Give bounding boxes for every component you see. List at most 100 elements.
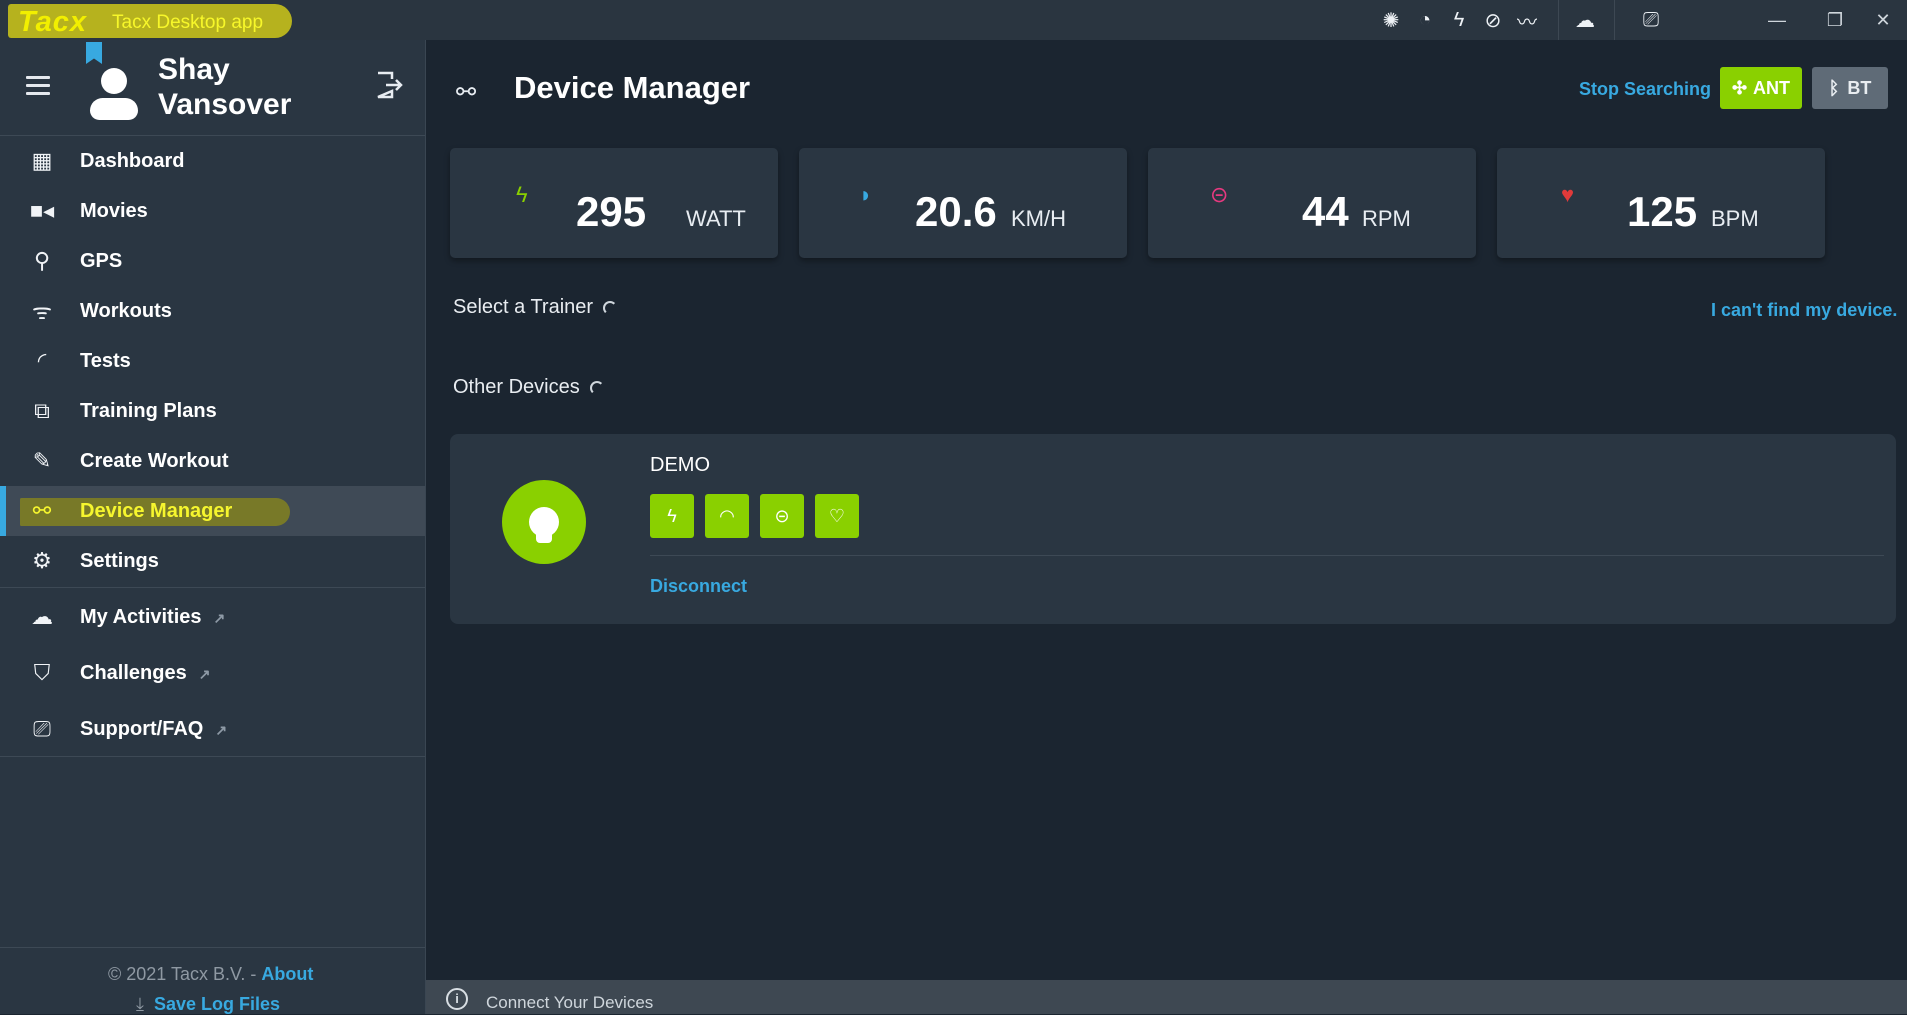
stat-card-cadence: ⊝ 44 RPM bbox=[1148, 148, 1476, 258]
device-card: DEMO ϟ ◠ ⊝ ♡ Disconnect bbox=[450, 434, 1896, 624]
sidebar-item-training-plans[interactable]: ⧉ Training Plans bbox=[0, 386, 425, 436]
sidebar-item-device-manager[interactable]: ⚯ Device Manager bbox=[0, 486, 425, 536]
loading-spinner-icon bbox=[603, 300, 618, 315]
device-name: DEMO bbox=[650, 454, 710, 476]
cant-find-device-link[interactable]: I can't find my device. bbox=[1711, 300, 1897, 321]
sidebar-item-gps[interactable]: ⚲ GPS bbox=[0, 236, 425, 286]
avatar[interactable] bbox=[86, 66, 142, 122]
cadence-icon: ⊝ bbox=[760, 494, 804, 538]
stat-unit: WATT bbox=[686, 206, 746, 231]
pencil-icon: ✎ bbox=[32, 448, 52, 473]
about-link[interactable]: About bbox=[261, 964, 313, 984]
page-title: Device Manager bbox=[514, 70, 751, 105]
stat-card-speed: ◗ 20.6 KM/H bbox=[799, 148, 1127, 258]
minimize-button[interactable]: — bbox=[1748, 0, 1806, 40]
title-bar: Tacx Tacx Desktop app ✺ ◔ ϟ ⊘ 〰 ☁ ⎚ — ❐ … bbox=[0, 0, 1907, 40]
cadence-icon: ⊝ bbox=[1210, 182, 1229, 207]
sidebar-item-my-activities[interactable]: ☁ My Activities ↗ bbox=[0, 592, 425, 642]
bt-label: BT bbox=[1847, 77, 1872, 98]
status-text: Connect Your Devices bbox=[486, 993, 654, 1012]
heartbeat-icon: ♡ bbox=[815, 494, 859, 538]
stat-card-heart-rate: ♥ 125 BPM bbox=[1497, 148, 1825, 258]
stat-value: 125 bbox=[1627, 188, 1698, 235]
loading-spinner-icon bbox=[589, 380, 604, 395]
sidebar-item-label: Create Workout bbox=[80, 449, 229, 472]
titlebar-separator bbox=[1614, 0, 1615, 40]
speedometer-icon: ◗ bbox=[859, 182, 873, 207]
sidebar-footer: © 2021 Tacx B.V. - About ⤓ Save Log Files bbox=[0, 947, 425, 1014]
menu-icon[interactable] bbox=[26, 76, 50, 95]
sidebar-item-label: Workouts bbox=[80, 299, 172, 322]
sidebar-item-settings[interactable]: ⚙ Settings bbox=[0, 536, 425, 586]
disconnect-button[interactable]: Disconnect bbox=[650, 576, 747, 597]
stat-unit: KM/H bbox=[1011, 206, 1066, 231]
ant-button[interactable]: ✣ ANT bbox=[1720, 67, 1802, 109]
support-icon[interactable]: ⎚ bbox=[1634, 6, 1668, 34]
heartbeat-icon[interactable]: 〰 bbox=[1510, 6, 1544, 34]
app-branding: Tacx Tacx Desktop app bbox=[8, 4, 292, 38]
bt-button[interactable]: ᛒ BT bbox=[1812, 67, 1888, 109]
heart-icon: ♥ bbox=[1561, 182, 1575, 207]
lightning-icon: ϟ bbox=[516, 182, 528, 207]
stat-value: 44 bbox=[1302, 188, 1349, 235]
sensor-status-icons: ✺ ◔ ϟ ⊘ 〰 bbox=[1374, 6, 1544, 34]
sidebar-item-text: My Activities bbox=[80, 605, 202, 628]
sidebar-item-label: Dashboard bbox=[80, 149, 185, 172]
user-name: Shay Vansover bbox=[158, 52, 291, 122]
status-bar: i Connect Your Devices bbox=[426, 980, 1907, 1014]
restore-button[interactable]: ❐ bbox=[1806, 0, 1864, 40]
sidebar-item-support[interactable]: ⎚ Support/FAQ ↗ bbox=[0, 704, 425, 754]
sidebar: Shay Vansover ▦ Dashboard ■◂ Movies ⚲ GP… bbox=[0, 40, 426, 1014]
sidebar-item-label: GPS bbox=[80, 249, 123, 272]
speedometer-icon: ◠ bbox=[705, 494, 749, 538]
sidebar-item-workouts[interactable]: ᯤ Workouts bbox=[0, 286, 425, 336]
info-icon: i bbox=[446, 988, 468, 1010]
stop-searching-button[interactable]: Stop Searching bbox=[1579, 79, 1711, 100]
external-link-icon: ↗ bbox=[215, 721, 228, 738]
stat-value: 20.6 bbox=[915, 188, 997, 235]
shield-icon: ⛉ bbox=[33, 660, 51, 685]
sidebar-item-create-workout[interactable]: ✎ Create Workout bbox=[0, 436, 425, 486]
sidebar-item-label: Movies bbox=[80, 199, 148, 222]
lightbulb-icon bbox=[502, 480, 586, 564]
cloud-icon[interactable]: ☁ bbox=[1568, 6, 1602, 34]
speedometer-icon[interactable]: ◔ bbox=[1408, 6, 1442, 34]
sidebar-item-label: Settings bbox=[80, 549, 159, 572]
sidebar-item-label: Support/FAQ ↗ bbox=[80, 718, 227, 741]
sidebar-item-challenges[interactable]: ⛉ Challenges ↗ bbox=[0, 648, 425, 698]
external-link-icon: ↗ bbox=[213, 609, 226, 626]
sidebar-item-label: Tests bbox=[80, 349, 131, 372]
gear-icon[interactable]: ✺ bbox=[1374, 6, 1408, 34]
map-pin-icon: ⚲ bbox=[33, 248, 51, 273]
stat-unit: RPM bbox=[1362, 206, 1411, 231]
lightning-icon: ϟ bbox=[650, 494, 694, 538]
support-icon: ⎚ bbox=[33, 716, 51, 741]
close-button[interactable]: ✕ bbox=[1860, 0, 1906, 40]
user-first-name: Shay bbox=[158, 53, 230, 86]
sidebar-item-label: Training Plans bbox=[80, 399, 217, 422]
copyright-text: © 2021 Tacx B.V. - bbox=[108, 964, 257, 984]
user-last-name: Vansover bbox=[158, 88, 292, 121]
link-icon: ⚯ bbox=[32, 498, 52, 523]
cloud-icon: ☁ bbox=[31, 604, 53, 629]
logout-icon[interactable] bbox=[374, 70, 408, 104]
other-devices-text: Other Devices bbox=[453, 376, 580, 398]
main-content: ⚯ Device Manager Stop Searching ✣ ANT ᛒ BT… bbox=[426, 40, 1907, 1014]
sidebar-item-label: Challenges ↗ bbox=[80, 662, 210, 685]
lightning-icon[interactable]: ϟ bbox=[1442, 6, 1476, 34]
bookmark-icon bbox=[86, 42, 102, 64]
nav-divider bbox=[0, 587, 425, 588]
save-log-files-link[interactable]: ⤓ Save Log Files bbox=[136, 994, 280, 1015]
user-profile: Shay Vansover bbox=[0, 40, 425, 136]
gears-icon: ⚙ bbox=[32, 548, 52, 573]
sidebar-item-dashboard[interactable]: ▦ Dashboard bbox=[0, 136, 425, 186]
sidebar-item-tests[interactable]: ◜ Tests bbox=[0, 336, 425, 386]
cadence-icon[interactable]: ⊘ bbox=[1476, 6, 1510, 34]
gauge-icon: ◜ bbox=[37, 348, 47, 373]
dashboard-icon: ▦ bbox=[31, 148, 53, 173]
sidebar-item-movies[interactable]: ■◂ Movies bbox=[0, 186, 425, 236]
link-icon: ⚯ bbox=[456, 79, 477, 106]
stat-value: 295 bbox=[576, 188, 647, 235]
sidebar-item-label: Device Manager bbox=[80, 499, 233, 522]
stat-unit: BPM bbox=[1711, 206, 1759, 231]
